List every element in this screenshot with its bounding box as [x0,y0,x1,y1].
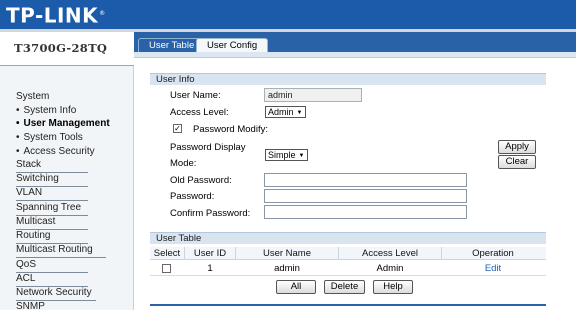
password-display-mode-label: Mode: [170,158,197,169]
column-header-select: Select [153,248,181,259]
row-user-id: 1 [207,263,213,274]
header-bar: TP-LINK® [0,0,576,29]
old-password-label: Old Password: [170,175,232,186]
row-edit-link[interactable]: Edit [442,263,544,274]
section-header-user-table: User Table [150,232,546,244]
sidebar-item-stack[interactable]: Stack [16,159,88,173]
table-row: 1 admin Admin Edit [150,261,546,276]
tab-user-config[interactable]: User Config [196,38,269,53]
column-header-operation: Operation [472,248,514,259]
clear-button[interactable]: Clear [498,155,536,169]
access-level-label: Access Level: [170,107,229,118]
table-header: Select User ID User Name Access Level Op… [150,247,546,260]
row-user-name: admin [274,263,300,274]
tp-link-logo: TP-LINK® [6,3,106,28]
sidebar: System System Info User Management Syste… [0,66,134,310]
model-panel: T3700G-28TQ [0,32,134,66]
sidebar-item-multicast-routing[interactable]: Multicast Routing [16,244,106,258]
user-name-field[interactable]: admin [264,88,362,102]
triangle-down-icon: ▼ [296,110,303,116]
password-display-label: Password Display [170,142,246,153]
row-select-checkbox[interactable] [162,264,171,273]
access-level-select[interactable]: Admin ▼ [265,106,306,118]
column-header-user-name: User Name [262,248,312,259]
sidebar-item-routing[interactable]: Routing [16,230,88,244]
sidebar-item-acl[interactable]: ACL [16,273,88,287]
apply-button[interactable]: Apply [498,140,536,154]
checkmark-icon: ✓ [174,124,181,133]
sidebar-item-snmp[interactable]: SNMP [16,301,45,310]
sidebar-item-vlan[interactable]: VLAN [16,187,88,201]
sidebar-item-access-security[interactable]: Access Security [16,146,95,158]
old-password-field[interactable] [264,173,467,187]
sidebar-item-system-info[interactable]: System Info [16,105,77,117]
password-label: Password: [170,191,215,202]
column-header-access-level: Access Level [362,248,418,259]
password-modify-checkbox[interactable]: ✓ [173,124,182,133]
help-button[interactable]: Help [373,280,413,294]
sidebar-item-multicast[interactable]: Multicast [16,216,88,230]
password-modify-label: Password Modify: [193,124,268,135]
section-header-user-info: User Info [150,73,546,85]
sidebar-item-spanning-tree[interactable]: Spanning Tree [16,202,88,216]
sidebar-item-switching[interactable]: Switching [16,173,88,187]
column-header-user-id: User ID [193,248,227,259]
row-access-level: Admin [376,263,404,274]
sidebar-item-system[interactable]: System [16,91,49,103]
delete-button[interactable]: Delete [324,280,365,294]
select-all-button[interactable]: All [276,280,316,294]
user-name-label: User Name: [170,90,221,101]
triangle-down-icon: ▼ [298,153,305,159]
sidebar-item-network-security[interactable]: Network Security [16,287,96,301]
model-name: T3700G-28TQ [14,41,108,55]
sidebar-item-user-management[interactable]: User Management [16,118,110,130]
sidebar-item-qos[interactable]: QoS [16,259,88,273]
password-field[interactable] [264,189,467,203]
confirm-password-field[interactable] [264,205,467,219]
note-divider [150,304,546,306]
password-display-select[interactable]: Simple ▼ [265,149,308,161]
sidebar-item-system-tools[interactable]: System Tools [16,132,83,144]
confirm-password-label: Confirm Password: [170,208,251,219]
